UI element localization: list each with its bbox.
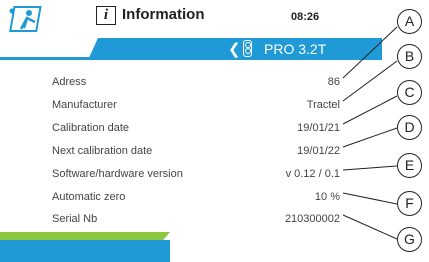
- callout-a: A: [397, 9, 422, 34]
- callout-b: B: [397, 44, 422, 69]
- callout-g: G: [397, 227, 422, 252]
- callout-e: E: [397, 153, 422, 178]
- callout-d: D: [397, 115, 422, 140]
- callout-f: F: [397, 191, 422, 216]
- callout-c: C: [397, 80, 422, 105]
- callout-leader-lines: [342, 26, 398, 240]
